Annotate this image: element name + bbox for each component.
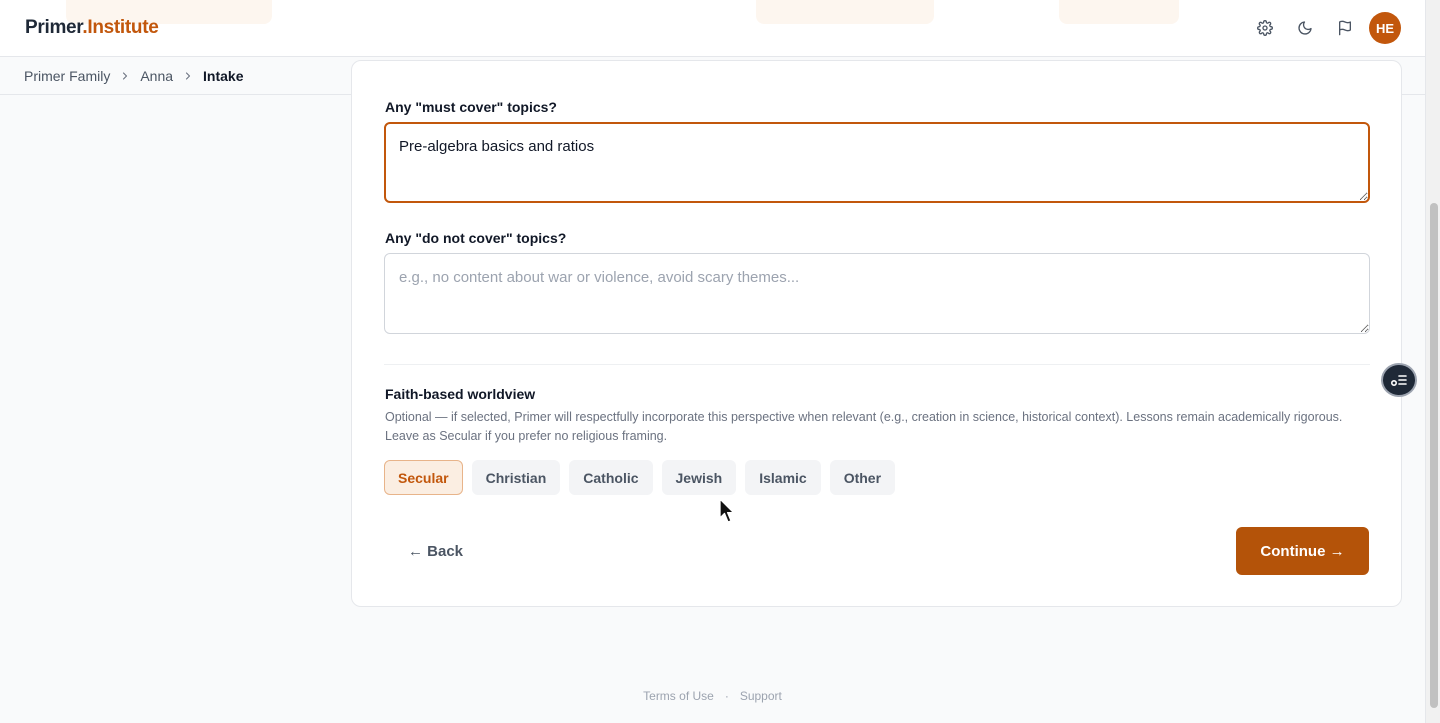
theme-toggle-button[interactable] bbox=[1285, 12, 1325, 44]
scrolled-content-ghost bbox=[756, 0, 934, 24]
chevron-right-icon bbox=[182, 70, 194, 82]
faith-option-christian[interactable]: Christian bbox=[471, 460, 561, 495]
faith-option-islamic[interactable]: Islamic bbox=[745, 460, 821, 495]
app-logo[interactable]: Primer.Institute bbox=[25, 17, 159, 39]
support-link[interactable]: Support bbox=[740, 689, 782, 703]
settings-button[interactable] bbox=[1245, 12, 1285, 44]
breadcrumb-item-family[interactable]: Primer Family bbox=[24, 68, 110, 84]
flag-icon bbox=[1339, 20, 1351, 36]
mouse-cursor-icon bbox=[719, 498, 735, 523]
logo-primary: Primer bbox=[25, 17, 83, 38]
faith-option-secular[interactable]: Secular bbox=[384, 460, 463, 495]
scrolled-content-ghost bbox=[1059, 0, 1179, 24]
breadcrumb-item-current: Intake bbox=[203, 67, 244, 84]
terms-link[interactable]: Terms of Use bbox=[643, 689, 714, 703]
page-scrollbar[interactable] bbox=[1425, 0, 1440, 723]
faith-worldview-hint: Optional — if selected, Primer will resp… bbox=[385, 410, 1343, 443]
section-divider bbox=[384, 364, 1370, 365]
faith-options: Secular Christian Catholic Jewish Islami… bbox=[384, 460, 904, 495]
faith-option-other[interactable]: Other bbox=[829, 460, 896, 495]
top-header: Primer.Institute HE bbox=[0, 0, 1425, 57]
scrollbar-thumb[interactable] bbox=[1430, 203, 1438, 708]
moon-icon bbox=[1298, 21, 1312, 35]
footer: Terms of Use · Support bbox=[0, 689, 1425, 703]
avatar[interactable]: HE bbox=[1369, 12, 1401, 44]
header-actions: HE bbox=[1245, 12, 1401, 44]
logo-secondary: .Institute bbox=[82, 17, 159, 38]
chevron-right-icon bbox=[119, 70, 131, 82]
intake-form-card: Any "must cover" topics? Pre-algebra bas… bbox=[351, 60, 1402, 607]
footer-separator: · bbox=[724, 689, 729, 703]
gear-icon bbox=[1257, 20, 1273, 36]
do-not-cover-label: Any "do not cover" topics? bbox=[385, 230, 567, 246]
faith-option-catholic[interactable]: Catholic bbox=[569, 460, 653, 495]
report-button[interactable] bbox=[1325, 12, 1365, 44]
must-cover-textarea[interactable]: Pre-algebra basics and ratios bbox=[384, 122, 1370, 203]
breadcrumb-item-student[interactable]: Anna bbox=[140, 68, 173, 84]
do-not-cover-textarea[interactable] bbox=[384, 253, 1370, 334]
floating-menu-button[interactable] bbox=[1381, 363, 1417, 397]
must-cover-label: Any "must cover" topics? bbox=[385, 99, 557, 115]
faith-worldview-label: Faith-based worldview bbox=[385, 386, 536, 402]
list-toggle-icon bbox=[1390, 375, 1407, 387]
back-button[interactable]: ← Back bbox=[408, 543, 463, 560]
continue-button[interactable]: Continue → bbox=[1236, 527, 1369, 575]
faith-option-jewish[interactable]: Jewish bbox=[661, 460, 737, 495]
